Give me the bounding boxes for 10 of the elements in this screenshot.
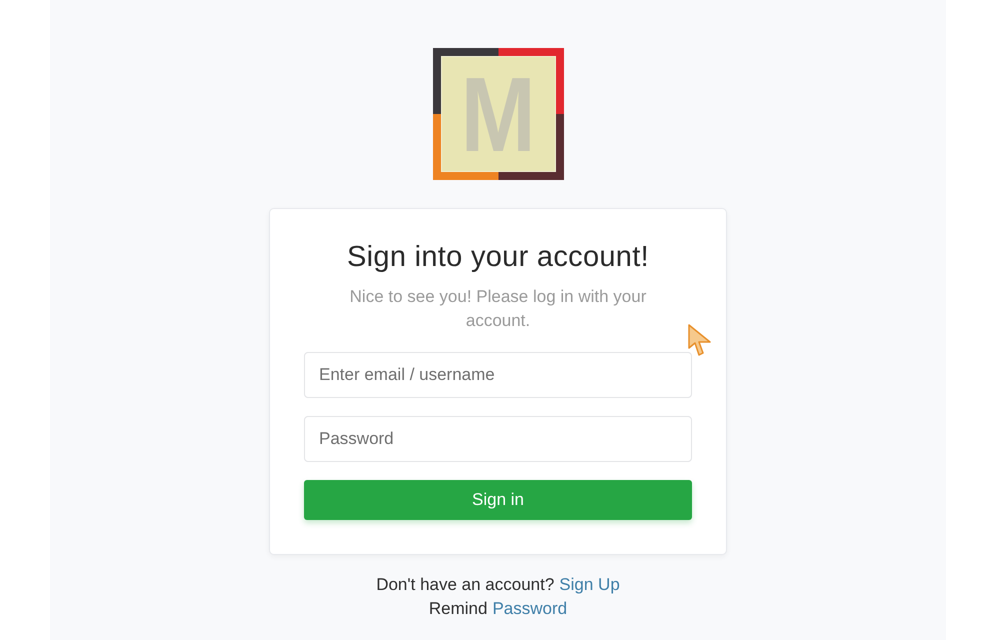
footer-text: Remind — [428, 598, 488, 620]
email-field[interactable]: Enter email / username — [304, 352, 692, 398]
sign-in-button[interactable]: Sign in — [304, 480, 692, 520]
card-subtitle: Nice to see you! Please log in with your account. — [348, 286, 648, 332]
footer-text: Don't have an account? — [376, 574, 554, 596]
card-title: Sign into your account! — [347, 240, 649, 275]
password-field[interactable]: Password — [304, 416, 692, 462]
footer-link[interactable]: Sign Up — [559, 573, 620, 597]
footer-link[interactable]: Password — [492, 597, 568, 621]
pointer-icon — [688, 324, 712, 356]
